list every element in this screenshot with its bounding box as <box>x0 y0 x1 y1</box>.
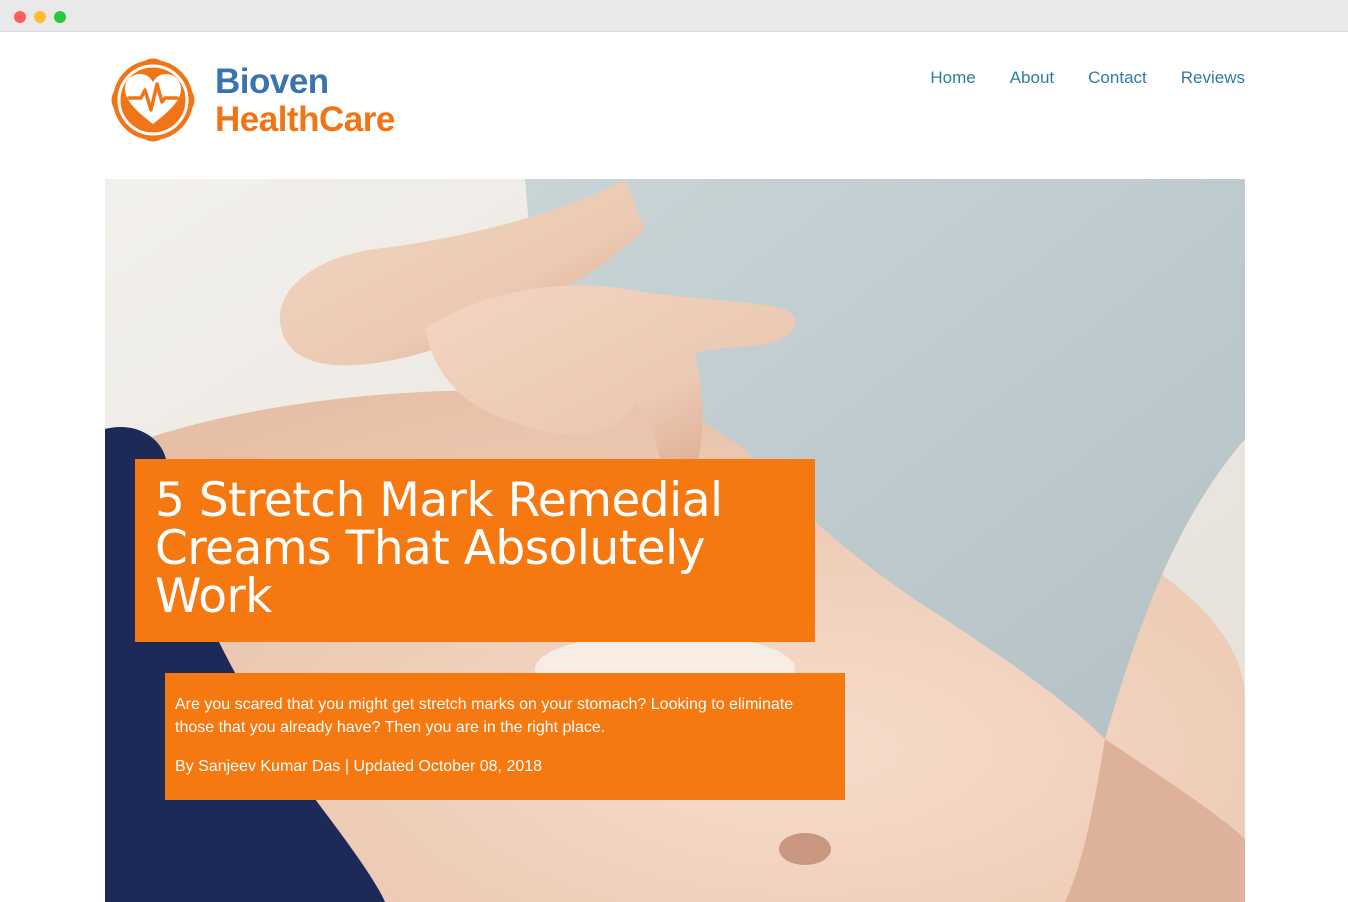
nav-about-link[interactable]: About <box>1010 68 1054 88</box>
article-title: 5 Stretch Mark Remedial Creams That Abso… <box>155 473 723 624</box>
article-description: Are you scared that you might get stretc… <box>175 696 794 736</box>
close-window-dot[interactable] <box>14 11 26 23</box>
article-title-box: 5 Stretch Mark Remedial Creams That Abso… <box>135 459 815 642</box>
brand-name-line2: HealthCare <box>215 100 395 139</box>
maximize-window-dot[interactable] <box>54 11 66 23</box>
article-summary-box: Are you scared that you might get stretc… <box>165 673 845 800</box>
nav-reviews-link[interactable]: Reviews <box>1181 68 1245 88</box>
nav-home-link[interactable]: Home <box>930 68 975 88</box>
site-logo[interactable]: Bioven HealthCare <box>105 52 435 150</box>
hero-section: 5 Stretch Mark Remedial Creams That Abso… <box>105 179 1245 902</box>
article-byline: By Sanjeev Kumar Das | Updated October 0… <box>175 758 543 775</box>
minimize-window-dot[interactable] <box>34 11 46 23</box>
nav-contact-link[interactable]: Contact <box>1088 68 1147 88</box>
heart-pulse-icon <box>111 58 195 142</box>
main-nav: Home About Contact Reviews <box>930 68 1245 88</box>
browser-chrome <box>0 0 1348 32</box>
brand-name-line1: Bioven <box>215 62 329 101</box>
